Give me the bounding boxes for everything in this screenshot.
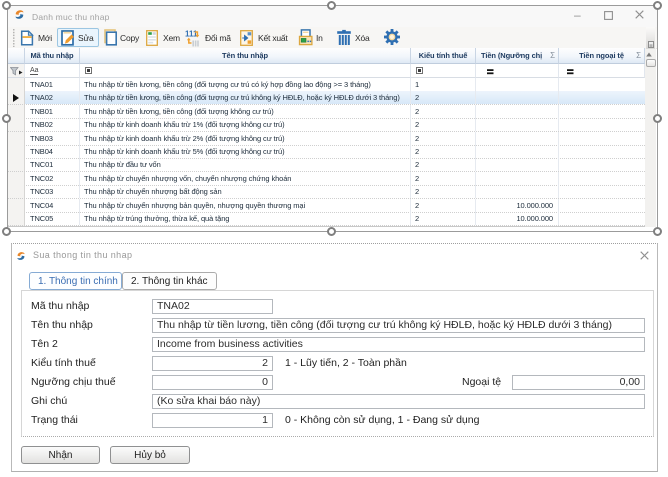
svg-text:111: 111	[185, 30, 198, 39]
